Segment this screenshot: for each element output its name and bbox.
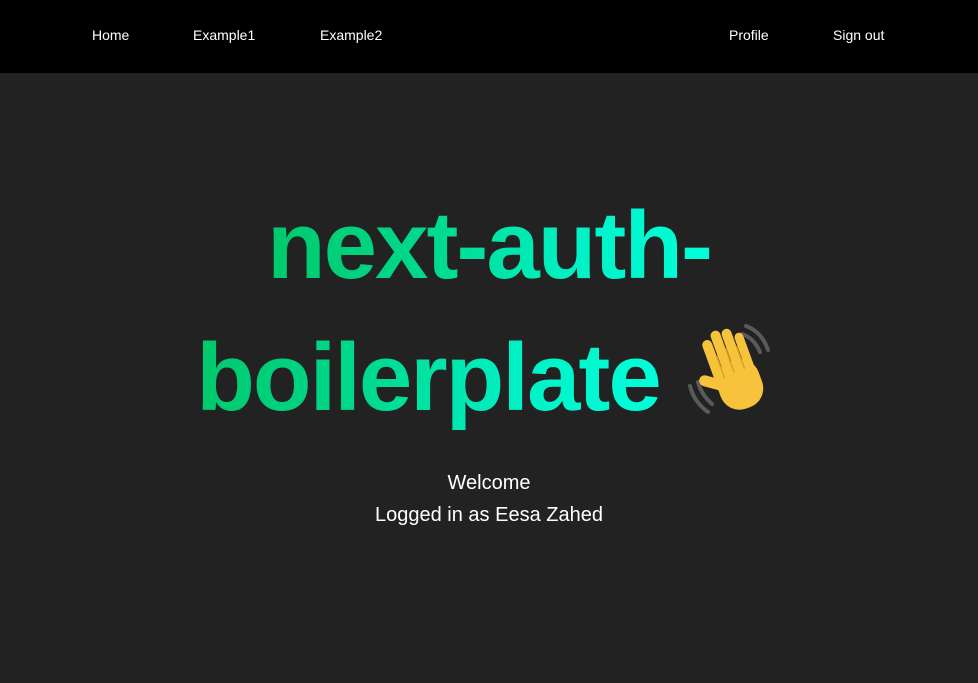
nav-link-profile[interactable]: Profile <box>729 26 769 44</box>
hero-title-line-2: boilerplate <box>0 312 978 454</box>
nav-link-example1[interactable]: Example1 <box>193 26 255 44</box>
welcome-heading: Welcome <box>447 472 531 494</box>
hero-title: next-auth- boilerplate <box>0 180 978 454</box>
logged-in-status: Logged in as Eesa Zahed <box>375 504 603 526</box>
hero-title-line-1: next-auth- <box>0 180 978 312</box>
nav-link-example2[interactable]: Example2 <box>320 26 382 44</box>
hero-title-text-1: next-auth- <box>267 192 713 299</box>
top-navbar: Home Example1 Example2 Profile Sign out <box>0 0 978 73</box>
nav-link-sign-out[interactable]: Sign out <box>833 26 884 44</box>
nav-link-home[interactable]: Home <box>92 26 129 44</box>
waving-hand-icon <box>682 320 782 454</box>
hero-title-text-2: boilerplate <box>196 324 661 431</box>
welcome-section: Welcome Logged in as Eesa Zahed <box>0 467 978 531</box>
